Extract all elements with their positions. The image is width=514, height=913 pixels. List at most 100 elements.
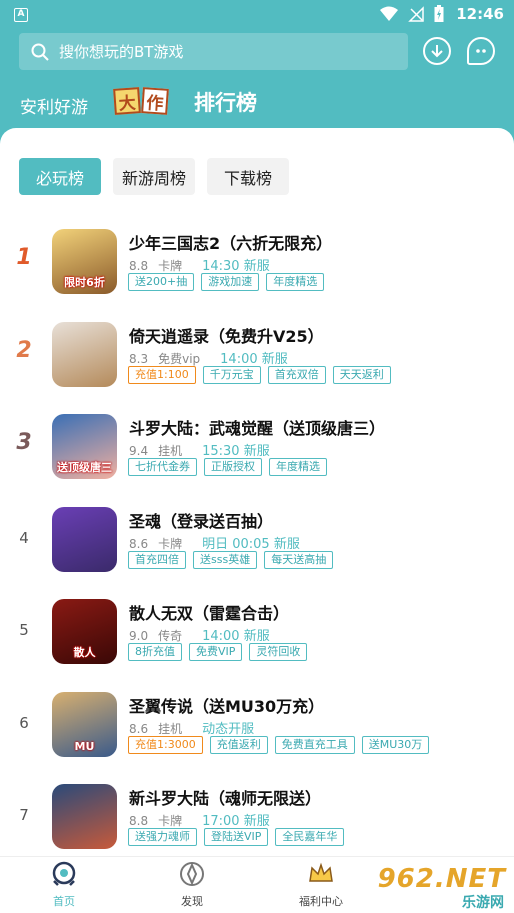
game-category: 挂机 (158, 721, 183, 736)
icon-badge: MU (74, 739, 95, 753)
game-category: 免费vip (158, 351, 201, 366)
message-button[interactable] (467, 37, 495, 65)
tab-new-weekly[interactable]: 新游周榜 (113, 158, 195, 195)
watermark-site: 乐游网 (462, 895, 504, 911)
icon-badge: 散人 (73, 646, 96, 659)
list-item[interactable]: 1 限时6折 少年三国志2（六折无限充） 8.8 卡牌 14:30 新服 送200+抽 游戏加… (0, 229, 514, 319)
search-placeholder: 搜你想玩的BT游戏 (59, 43, 184, 61)
wifi-icon (380, 6, 398, 21)
game-rating: 8.8 (129, 259, 149, 273)
app-notification-icon: A (14, 8, 28, 22)
game-category: 卡牌 (158, 536, 183, 551)
icon-badge: 限时6折 (64, 276, 105, 289)
game-icon[interactable]: 送顶级唐三 (52, 414, 117, 479)
game-tag: 送sss英雄 (193, 550, 258, 569)
tag-list: 首充四倍 送sss英雄 每天送高抽 (128, 550, 334, 569)
game-title[interactable]: 圣翼传说（送MU30万充） (129, 693, 324, 717)
game-icon[interactable] (52, 321, 117, 387)
game-meta: 8.8 卡牌 14:30 新服 (129, 255, 270, 274)
server-time: 14:00 新服 (202, 629, 270, 644)
server-time: 15:30 新服 (202, 444, 270, 459)
tag-list: 送200+抽 游戏加速 年度精选 (128, 273, 325, 291)
game-category: 挂机 (158, 444, 183, 458)
bottom-nav-home-label: 首页 (53, 895, 75, 908)
dazuo-char-1: 大 (113, 87, 141, 115)
game-tag: 8折充值 (128, 643, 182, 661)
game-category: 卡牌 (158, 814, 183, 828)
chat-icon (476, 49, 486, 53)
game-icon[interactable]: MU (52, 691, 117, 757)
bottom-nav-welfare-label: 福利中心 (299, 895, 343, 908)
game-icon[interactable] (52, 506, 117, 572)
game-tag: 首充四倍 (128, 550, 186, 569)
nav-item-anli[interactable]: 安利好游 (20, 93, 88, 118)
list-item[interactable]: 3 送顶级唐三 斗罗大陆：武魂觉醒（送顶级唐三） 9.4 挂机 15:30 新服 七折代金券… (0, 414, 514, 504)
tab-must-play[interactable]: 必玩榜 (19, 158, 101, 195)
game-tag: 年度精选 (266, 273, 325, 291)
rank-number: 3 (16, 430, 32, 455)
home-icon (52, 861, 76, 886)
game-title[interactable]: 圣魂（登录送百抽） (129, 508, 273, 532)
list-item[interactable]: 4 圣魂（登录送百抽） 8.6 卡牌 明日 00:05 新服 首充四倍 送sss英雄 每天送高… (0, 506, 514, 597)
game-rating: 8.6 (129, 721, 149, 736)
game-tag: 天天返利 (332, 365, 391, 384)
game-meta: 8.6 卡牌 明日 00:05 新服 (129, 533, 300, 552)
game-meta: 9.0 传奇 14:00 新服 (129, 625, 270, 644)
status-bar: A 12:46 (0, 0, 514, 30)
list-item[interactable]: 2 倚天逍遥录（免费升V25） 8.3 免费vip 14:00 新服 充值1:100 千万元… (0, 321, 514, 412)
game-rating: 8.8 (129, 814, 149, 828)
status-icons (380, 5, 444, 23)
server-time: 14:00 新服 (220, 351, 288, 367)
nav-item-rank[interactable]: 排行榜 (194, 87, 257, 117)
nav-item-dazuo[interactable]: 大 作 (113, 87, 169, 115)
rank-number: 7 (19, 806, 29, 824)
rank-number: 6 (19, 713, 29, 732)
game-tag: 灵符回收 (249, 643, 308, 661)
tag-list: 充值1:100 千万元宝 首充双倍 天天返利 (128, 365, 391, 384)
game-title[interactable]: 倚天逍遥录（免费升V25） (129, 323, 324, 347)
watermark-logo: 962.NET (377, 864, 506, 894)
game-tag: 年度精选 (269, 458, 327, 476)
game-title[interactable]: 少年三国志2（六折无限充） (129, 230, 332, 254)
tag-list: 充值1:3000 充值返利 免费直充工具 送MU30万 (128, 735, 430, 754)
game-tag: 首充双倍 (267, 365, 326, 384)
rank-number: 2 (16, 337, 32, 363)
crown-icon (309, 862, 333, 882)
battery-charging-icon (434, 5, 444, 22)
rank-number: 5 (19, 621, 29, 639)
game-title[interactable]: 斗罗大陆：武魂觉醒（送顶级唐三） (129, 415, 385, 439)
dazuo-char-2: 作 (141, 87, 169, 115)
game-tag: 送200+抽 (128, 273, 195, 291)
game-icon[interactable]: 限时6折 (52, 229, 117, 294)
bottom-nav-home[interactable]: 首页 (19, 861, 109, 909)
download-icon (431, 45, 443, 58)
tab-download-rank[interactable]: 下载榜 (207, 158, 289, 195)
game-tag: 登陆送VIP (204, 828, 269, 846)
game-tag: 免费VIP (189, 643, 243, 661)
game-tag: 充值1:100 (128, 365, 196, 384)
download-button[interactable] (423, 37, 451, 65)
watermark: 962.NET 乐游网 (374, 858, 514, 913)
tag-list: 送强力魂师 登陆送VIP 全民嘉年华 (128, 828, 345, 846)
game-rating: 9.0 (129, 629, 149, 643)
search-bar[interactable]: 搜你想玩的BT游戏 (19, 33, 408, 70)
bottom-nav-welfare[interactable]: 福利中心 (276, 861, 366, 909)
rank-number: 1 (16, 245, 32, 270)
game-tag: 游戏加速 (201, 273, 260, 291)
server-time: 明日 00:05 新服 (202, 536, 300, 552)
rank-number: 4 (19, 528, 29, 547)
bottom-nav-discover[interactable]: 发现 (147, 861, 237, 909)
game-tag: 全民嘉年华 (275, 828, 345, 846)
top-nav: 安利好游 大 作 排行榜 (0, 84, 514, 124)
list-item[interactable]: 5 散人 散人无双（雷霆合击） 9.0 传奇 14:00 新服 8折充值 免费VIP 灵符回收 (0, 599, 514, 689)
tag-list: 七折代金券 正版授权 年度精选 (128, 458, 327, 476)
game-category: 传奇 (158, 629, 183, 643)
game-title[interactable]: 散人无双（雷霆合击） (129, 600, 289, 624)
game-icon[interactable] (52, 784, 117, 849)
game-rating: 8.3 (129, 351, 149, 366)
game-tag: 正版授权 (204, 458, 262, 476)
status-time: 12:46 (456, 5, 504, 23)
game-title[interactable]: 新斗罗大陆（魂师无限送） (129, 785, 321, 809)
game-icon[interactable]: 散人 (52, 599, 117, 664)
list-item[interactable]: 6 MU 圣翼传说（送MU30万充） 8.6 挂机 动态开服 充值1:3000 充值返利 免费直… (0, 691, 514, 782)
